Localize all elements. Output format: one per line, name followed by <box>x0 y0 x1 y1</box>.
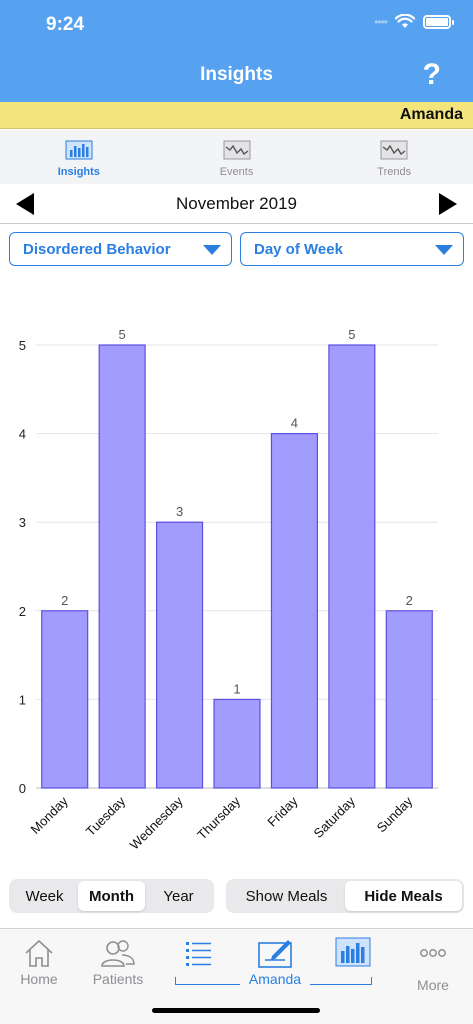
x-tick-label: Tuesday <box>83 793 129 839</box>
grouping-dropdown-value: Day of Week <box>254 241 343 258</box>
bar-thursday <box>213 698 261 789</box>
bottom-tab-more[interactable]: More <box>398 943 468 993</box>
period-label: November 2019 <box>176 194 297 213</box>
people-icon <box>101 940 135 967</box>
category-dropdown[interactable]: Disordered Behavior <box>9 232 232 266</box>
home-icon <box>25 939 53 967</box>
range-year-option[interactable]: Year <box>145 881 212 911</box>
tab-trends[interactable]: Trends <box>315 130 473 184</box>
signal-icon: •••• <box>374 14 388 29</box>
x-tick-label: Sunday <box>374 793 416 835</box>
app-header: 9:24 •••• Insights ? <box>0 0 473 102</box>
line-graph-icon <box>223 140 250 160</box>
show-meals-option[interactable]: Show Meals <box>228 881 345 911</box>
range-week-option[interactable]: Week <box>11 881 78 911</box>
status-time: 9:24 <box>46 14 85 35</box>
chevron-down-icon <box>203 245 221 255</box>
y-tick-label: 2 <box>19 604 26 619</box>
insights-tab-bar: Insights Events Trends <box>0 130 473 184</box>
y-tick-label: 1 <box>19 692 26 707</box>
range-segment: Week Month Year <box>9 879 214 913</box>
tab-insights[interactable]: Insights <box>0 130 158 184</box>
bar-saturday <box>328 344 376 789</box>
bar-chart-icon <box>65 140 93 160</box>
bar-value-label: 2 <box>406 593 413 608</box>
tab-trends-label: Trends <box>377 166 412 178</box>
wifi-icon <box>395 14 415 28</box>
y-tick-label: 5 <box>19 338 26 353</box>
bottom-tab-patients-label: Patients <box>92 971 144 987</box>
bar-tuesday <box>98 344 146 789</box>
chevron-down-icon <box>435 245 453 255</box>
bar-chart: 0 1 2 3 4 5 2 Monday 5 Tuesday 3 Wednesday 1 Thursday… <box>19 327 438 853</box>
current-user-name: Amanda <box>399 106 463 123</box>
bar-chart-icon <box>335 937 371 967</box>
y-tick-label: 4 <box>19 427 26 442</box>
bar-value-label: 5 <box>119 327 126 342</box>
home-indicator <box>152 1008 320 1013</box>
x-tick-label: Friday <box>264 793 300 829</box>
bottom-tab-journal[interactable] <box>241 937 311 969</box>
range-month-option[interactable]: Month <box>78 881 145 911</box>
help-button[interactable]: ? <box>423 58 441 92</box>
x-tick-label: Wednesday <box>127 793 186 852</box>
bar-value-label: 1 <box>233 681 240 696</box>
bar-value-label: 2 <box>61 593 68 608</box>
y-tick-label: 0 <box>19 781 26 796</box>
category-dropdown-value: Disordered Behavior <box>23 241 171 258</box>
more-icon <box>420 949 446 957</box>
next-month-button[interactable] <box>439 193 457 215</box>
meals-segment: Show Meals Hide Meals <box>226 879 464 913</box>
grouping-dropdown[interactable]: Day of Week <box>240 232 464 266</box>
bottom-tab-home-label: Home <box>20 971 58 987</box>
list-icon <box>186 942 211 966</box>
current-user-bar: Amanda <box>0 102 473 129</box>
y-tick-label: 3 <box>19 515 26 530</box>
bar-monday <box>41 610 89 789</box>
line-graph-icon <box>380 140 408 160</box>
tab-events[interactable]: Events <box>158 130 316 184</box>
status-icons: •••• <box>374 14 454 29</box>
bar-sunday <box>385 610 433 789</box>
x-tick-label: Thursday <box>194 793 243 842</box>
bottom-tab-more-label: More <box>417 977 449 993</box>
page-title: Insights <box>200 64 273 85</box>
bottom-tab-home[interactable]: Home <box>4 937 74 987</box>
bar-wednesday <box>156 521 204 789</box>
bottom-tab-list[interactable] <box>163 939 233 967</box>
x-tick-label: Saturday <box>311 793 359 841</box>
bar-value-label: 3 <box>176 504 183 519</box>
bar-value-label: 4 <box>291 416 298 431</box>
bottom-tab-insights[interactable] <box>318 937 388 967</box>
battery-icon <box>423 14 454 29</box>
period-selector: November 2019 <box>0 184 473 224</box>
hide-meals-option[interactable]: Hide Meals <box>345 881 462 911</box>
x-tick-label: Monday <box>28 793 72 837</box>
bottom-tab-patients[interactable]: Patients <box>83 937 153 987</box>
bar-friday <box>270 433 319 789</box>
edit-icon <box>258 940 292 968</box>
tab-events-label: Events <box>219 166 254 178</box>
amanda-group-label: Amanda <box>240 971 310 987</box>
bar-value-label: 5 <box>348 327 355 342</box>
tab-insights-label: Insights <box>57 166 100 178</box>
